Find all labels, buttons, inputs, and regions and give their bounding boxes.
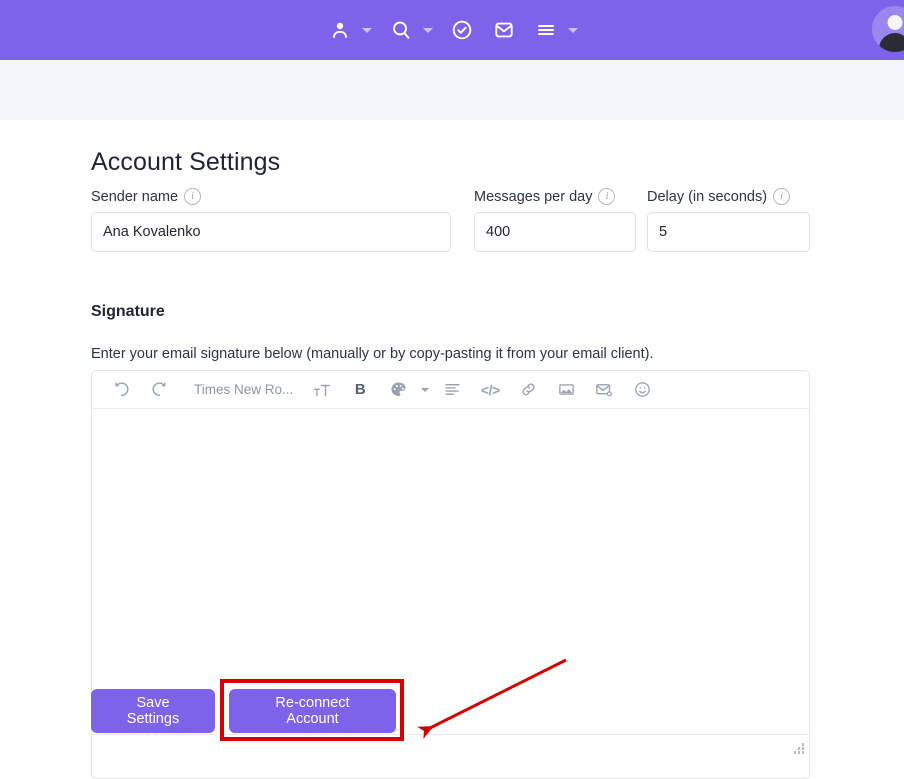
image-icon[interactable] <box>547 375 585 405</box>
signature-editor-footer <box>92 734 809 758</box>
delay-seconds-label-text: Delay (in seconds) <box>647 188 768 205</box>
emoji-icon[interactable] <box>623 375 661 405</box>
page-title: Account Settings <box>91 148 281 176</box>
unsubscribe-mail-icon[interactable] <box>585 375 623 405</box>
check-circle-icon <box>449 17 475 43</box>
signature-editor-body[interactable] <box>92 409 809 734</box>
chevron-down-icon[interactable] <box>422 27 433 33</box>
delay-seconds-input[interactable] <box>647 212 810 252</box>
nav-item-tasks[interactable] <box>441 0 483 60</box>
bold-icon[interactable]: B <box>341 375 379 405</box>
field-label-delay-seconds: Delay (in seconds) i <box>647 188 810 205</box>
messages-per-day-input[interactable] <box>474 212 636 252</box>
chevron-down-icon[interactable] <box>567 27 578 33</box>
undo-icon[interactable] <box>102 375 140 405</box>
header-nav-group <box>319 0 586 60</box>
field-label-sender-name: Sender name i <box>91 188 451 205</box>
field-sender-name: Sender name i <box>91 188 451 252</box>
search-icon <box>388 17 414 43</box>
resize-grip-icon[interactable] <box>793 743 804 754</box>
font-size-icon[interactable] <box>303 375 341 405</box>
info-icon[interactable]: i <box>773 188 791 205</box>
field-label-messages-per-day: Messages per day i <box>474 188 636 205</box>
chevron-down-icon[interactable] <box>361 27 372 33</box>
save-settings-button[interactable]: Save Settings <box>91 689 215 733</box>
font-family-select[interactable]: Times New Ro... <box>178 382 303 397</box>
code-icon[interactable]: </> <box>471 375 509 405</box>
avatar-head <box>887 15 903 30</box>
redo-icon[interactable] <box>140 375 178 405</box>
align-left-icon[interactable] <box>433 375 471 405</box>
user-avatar-image <box>872 6 904 52</box>
sender-name-label-text: Sender name <box>91 188 179 205</box>
nav-item-contacts[interactable] <box>319 0 380 60</box>
sub-header-band <box>0 60 904 120</box>
info-icon[interactable]: i <box>184 188 202 205</box>
mail-icon <box>491 17 517 43</box>
text-color-palette-icon[interactable] <box>379 375 417 405</box>
signature-description: Enter your email signature below (manual… <box>91 346 654 362</box>
field-messages-per-day: Messages per day i <box>474 188 636 252</box>
chevron-down-icon[interactable] <box>421 387 430 392</box>
person-icon <box>327 17 353 43</box>
nav-item-search[interactable] <box>380 0 441 60</box>
nav-item-menu[interactable] <box>525 0 586 60</box>
reconnect-account-button[interactable]: Re-connect Account <box>229 689 396 733</box>
main-content: Account Settings Sender name i Messages … <box>0 120 904 779</box>
messages-per-day-label-text: Messages per day <box>474 188 593 205</box>
link-icon[interactable] <box>509 375 547 405</box>
avatar-body <box>879 33 904 52</box>
app-header-bar <box>0 0 904 60</box>
nav-item-mail[interactable] <box>483 0 525 60</box>
avatar[interactable] <box>872 6 904 52</box>
signature-section-title: Signature <box>91 303 165 320</box>
hamburger-menu-icon <box>533 17 559 43</box>
field-delay-seconds: Delay (in seconds) i <box>647 188 810 252</box>
info-icon[interactable]: i <box>598 188 616 205</box>
sender-name-input[interactable] <box>91 212 451 252</box>
signature-editor-toolbar: Times New Ro... B </> <box>92 371 809 409</box>
